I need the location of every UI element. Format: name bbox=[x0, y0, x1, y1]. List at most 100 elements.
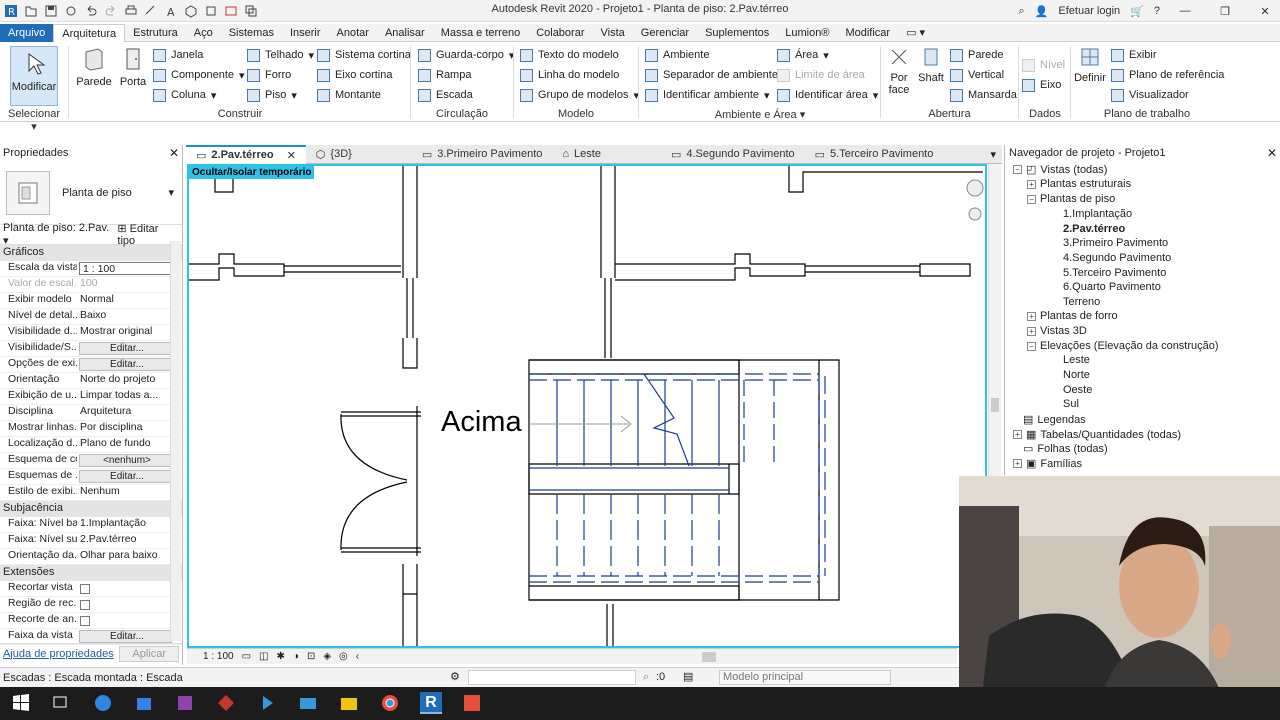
property-row[interactable]: Escala da vista 1 : 100 bbox=[0, 261, 182, 277]
tree-elev-sul[interactable]: Sul bbox=[1063, 398, 1079, 410]
tree-elev-oeste[interactable]: Oeste bbox=[1063, 384, 1092, 396]
property-edit-button[interactable]: Editar... bbox=[79, 358, 172, 371]
panel-selecionar[interactable]: Selecionar ▾ bbox=[4, 108, 64, 133]
tab-3d[interactable]: ⬡ {3D} bbox=[306, 145, 362, 164]
property-edit-button[interactable]: <nenhum> bbox=[79, 454, 172, 467]
type-selector[interactable]: Planta de piso ▾ bbox=[0, 161, 182, 225]
windows-start-icon[interactable] bbox=[10, 692, 32, 714]
nav-wheel-icon[interactable] bbox=[966, 179, 984, 221]
property-row[interactable]: Orientação Norte do projeto bbox=[0, 373, 182, 389]
tree-plantas-estruturais[interactable]: + Plantas estruturais bbox=[1027, 178, 1131, 190]
tree-familias[interactable]: + ▣ Famílias bbox=[1013, 457, 1082, 470]
ribbon-tab-8[interactable]: Massa e terreno bbox=[433, 24, 528, 42]
tree-plantas-forro[interactable]: + Plantas de forro bbox=[1027, 310, 1118, 322]
lumion-icon[interactable] bbox=[461, 692, 483, 714]
open-icon[interactable] bbox=[24, 4, 38, 18]
close-icon[interactable]: ✕ bbox=[1267, 146, 1277, 160]
property-edit-button[interactable]: Editar... bbox=[79, 470, 172, 483]
property-row[interactable]: Faixa: Nível ba...1.Implantação bbox=[0, 517, 182, 533]
ramp-button[interactable]: Rampa bbox=[418, 66, 471, 84]
property-edit-button[interactable]: Editar... bbox=[79, 630, 172, 643]
main-model-dropdown[interactable]: Modelo principal bbox=[719, 670, 891, 685]
grid-button[interactable]: Eixo bbox=[1022, 76, 1061, 94]
property-row[interactable]: Exibir modelo Normal bbox=[0, 293, 182, 309]
tab-2-pav-terreo[interactable]: ▭ 2.Pav.térreo ✕ bbox=[186, 144, 306, 164]
tab-leste[interactable]: ⌂ Leste bbox=[552, 145, 611, 164]
section-icon[interactable] bbox=[204, 4, 218, 18]
user-icon[interactable]: 👤 bbox=[1035, 5, 1049, 18]
column-button[interactable]: Coluna ▾ bbox=[153, 86, 216, 104]
tree-floor-3[interactable]: 3.Primeiro Pavimento bbox=[1063, 237, 1168, 249]
ribbon-tab-0[interactable]: Arquivo bbox=[0, 23, 54, 42]
chrome-icon[interactable] bbox=[379, 692, 401, 714]
tab-primeiro-pavimento[interactable]: ▭ 3.Primeiro Pavimento bbox=[412, 145, 553, 164]
property-row[interactable]: Orientação da... Olhar para baixo bbox=[0, 549, 182, 565]
property-edit-button[interactable]: Editar... bbox=[79, 342, 172, 355]
tree-elev-leste[interactable]: Leste bbox=[1063, 354, 1090, 366]
property-row[interactable]: Exibição de u... Limpar todas a... bbox=[0, 389, 182, 405]
property-row[interactable]: Faixa: Nível su...2.Pav.térreo bbox=[0, 533, 182, 549]
instance-filter[interactable]: Planta de piso: 2.Pav. ▾ bbox=[3, 222, 117, 247]
ribbon-tab-5[interactable]: Inserir bbox=[282, 24, 329, 42]
curtain-grid-button[interactable]: Eixo cortina bbox=[317, 66, 392, 84]
edge-browser-icon[interactable] bbox=[92, 692, 114, 714]
section-extensoes[interactable]: Extensões⌃ bbox=[0, 565, 182, 581]
restore-button[interactable]: ❐ bbox=[1210, 5, 1240, 18]
sync-icon[interactable] bbox=[64, 4, 78, 18]
floor-button[interactable]: Piso ▾ bbox=[247, 86, 297, 104]
property-row[interactable]: Visibilidade d... Mostrar original bbox=[0, 325, 182, 341]
visual-style-icon[interactable]: ◫ bbox=[259, 651, 268, 662]
properties-help-link[interactable]: Ajuda de propriedades bbox=[3, 648, 114, 660]
railing-button[interactable]: Guarda-corpo ▾ bbox=[418, 46, 514, 64]
view-scale-input[interactable]: 1 : 100 bbox=[79, 262, 172, 275]
room-button[interactable]: Ambiente bbox=[645, 46, 709, 64]
property-row[interactable]: Valor de escal... 100 bbox=[0, 277, 182, 293]
floor-plan-drawing[interactable] bbox=[189, 166, 985, 646]
sketchup-icon[interactable] bbox=[256, 692, 278, 714]
properties-scrollbar[interactable] bbox=[170, 241, 181, 641]
property-row[interactable]: Esquema de cor <nenhum> bbox=[0, 453, 182, 469]
set-workplane-button[interactable]: Definir bbox=[1072, 46, 1108, 84]
apply-button[interactable]: Aplicar bbox=[119, 645, 179, 662]
ceiling-button[interactable]: Forro bbox=[247, 66, 291, 84]
help-icon[interactable]: ? bbox=[1154, 5, 1160, 17]
design-option-icon[interactable]: ⌕ bbox=[643, 671, 649, 684]
tree-floor-1[interactable]: 1.Implantação bbox=[1063, 208, 1132, 220]
model-group-button[interactable]: Grupo de modelos ▾ bbox=[520, 86, 639, 104]
show-workplane-button[interactable]: Exibir bbox=[1111, 46, 1157, 64]
cart-icon[interactable]: 🛒 bbox=[1130, 5, 1144, 18]
property-row[interactable]: Mostrar linhas... Por disciplina bbox=[0, 421, 182, 437]
ribbon-tab-4[interactable]: Sistemas bbox=[221, 24, 282, 42]
scroll-left-icon[interactable]: ‹ bbox=[356, 651, 359, 662]
sun-path-icon[interactable]: ✱ bbox=[277, 651, 285, 662]
panel-ambiente-area[interactable]: Ambiente e Área ▾ bbox=[640, 108, 880, 121]
tabs-dropdown-icon[interactable]: ▾ bbox=[990, 148, 996, 161]
ribbon-context-dropdown[interactable]: ▭ ▾ bbox=[898, 24, 933, 42]
ribbon-tab-2[interactable]: Estrutura bbox=[125, 24, 186, 42]
tab-segundo-pavimento[interactable]: ▭ 4.Segundo Pavimento bbox=[661, 145, 805, 164]
property-row[interactable]: Esquemas de ... Editar... bbox=[0, 469, 182, 485]
tag-room-button[interactable]: Identificar ambiente ▾ bbox=[645, 86, 770, 104]
autocad-icon[interactable] bbox=[215, 692, 237, 714]
tree-floor-6[interactable]: 6.Quarto Pavimento bbox=[1063, 281, 1161, 293]
tree-vistas-3d[interactable]: + Vistas 3D bbox=[1027, 325, 1087, 337]
mail-icon[interactable] bbox=[297, 692, 319, 714]
roof-button[interactable]: Telhado ▾ bbox=[247, 46, 314, 64]
ribbon-tab-11[interactable]: Gerenciar bbox=[633, 24, 697, 42]
tree-elevacoes[interactable]: − Elevações (Elevação da construção) bbox=[1027, 340, 1219, 352]
tree-floor-2[interactable]: 2.Pav.térreo bbox=[1063, 223, 1125, 235]
shaft-button[interactable]: Shaft bbox=[916, 46, 946, 84]
ribbon-tab-12[interactable]: Suplementos bbox=[697, 24, 777, 42]
login-link[interactable]: Efetuar login bbox=[1058, 5, 1120, 17]
tree-vistas-todas[interactable]: − ◰ Vistas (todas) bbox=[1013, 163, 1107, 176]
isolate-indicator[interactable]: Ocultar/Isolar temporário bbox=[189, 166, 315, 179]
ribbon-tab-1[interactable]: Arquitetura bbox=[53, 23, 126, 42]
temp-hide-icon[interactable]: ◈ bbox=[323, 651, 331, 662]
close-hidden-icon[interactable] bbox=[224, 4, 238, 18]
tree-plantas-piso[interactable]: − Plantas de piso bbox=[1027, 193, 1115, 205]
search-icon[interactable]: ⌕ bbox=[1019, 5, 1025, 18]
window-button[interactable]: Janela bbox=[153, 46, 203, 64]
section-subjacencia[interactable]: Subjacência⌃ bbox=[0, 501, 182, 517]
tree-folhas[interactable]: ▭ Folhas (todas) bbox=[1023, 442, 1108, 456]
ribbon-tab-7[interactable]: Analisar bbox=[377, 24, 433, 42]
